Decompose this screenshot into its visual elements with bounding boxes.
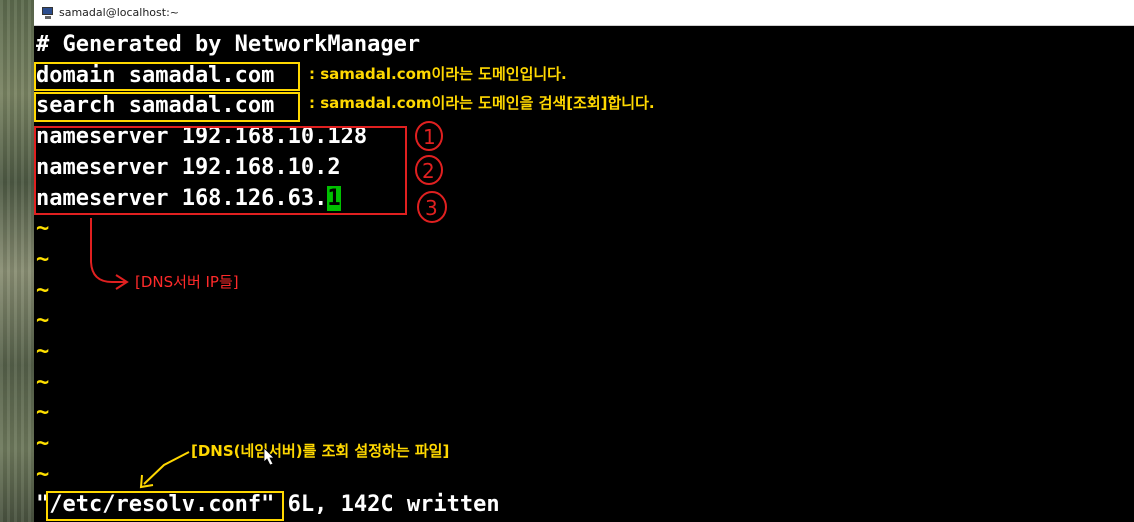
- title-bar[interactable]: samadal@localhost:~: [34, 0, 1134, 26]
- red-arrowhead: [115, 274, 129, 290]
- terminal-window[interactable]: samadal@localhost:~ # Generated by Netwo…: [34, 0, 1134, 522]
- window-title: samadal@localhost:~: [59, 6, 180, 19]
- filename-highlight-box: [46, 491, 284, 521]
- empty-line-tilde: ~: [36, 247, 50, 272]
- header-comment-line: # Generated by NetworkManager: [36, 32, 421, 57]
- putty-terminal-icon: [41, 6, 55, 20]
- search-highlight-box: [34, 92, 300, 122]
- empty-line-tilde: ~: [36, 308, 50, 333]
- search-annotation: : samadal.com이라는 도메인을 검색[조회]합니다.: [309, 94, 655, 112]
- circled-number-2: 2: [415, 155, 443, 185]
- empty-line-tilde: ~: [36, 370, 50, 395]
- empty-line-tilde: ~: [36, 278, 50, 303]
- yellow-arrowhead: [139, 474, 154, 489]
- empty-line-tilde: ~: [36, 339, 50, 364]
- circle-label-2: 2: [422, 159, 435, 183]
- circle-label-1: 1: [423, 125, 436, 149]
- dns-ips-annotation: [DNS서버 IP들]: [135, 273, 239, 291]
- circled-number-3: 3: [417, 191, 447, 223]
- empty-line-tilde: ~: [36, 462, 50, 487]
- domain-highlight-box: [34, 62, 300, 91]
- nameserver-highlight-box: [34, 126, 407, 215]
- status-info: " 6L, 142C written: [261, 492, 500, 517]
- empty-line-tilde: ~: [36, 400, 50, 425]
- empty-line-tilde: ~: [36, 431, 50, 456]
- file-annotation: [DNS(네임서버)를 조회 설정하는 파일]: [191, 442, 450, 460]
- circled-number-1: 1: [415, 121, 443, 151]
- domain-annotation: : samadal.com이라는 도메인입니다.: [309, 65, 567, 83]
- yellow-arrow: [143, 451, 190, 485]
- red-arrow: [90, 218, 126, 283]
- circle-label-3: 3: [425, 196, 438, 220]
- empty-line-tilde: ~: [36, 216, 50, 241]
- desktop-background: [0, 0, 34, 522]
